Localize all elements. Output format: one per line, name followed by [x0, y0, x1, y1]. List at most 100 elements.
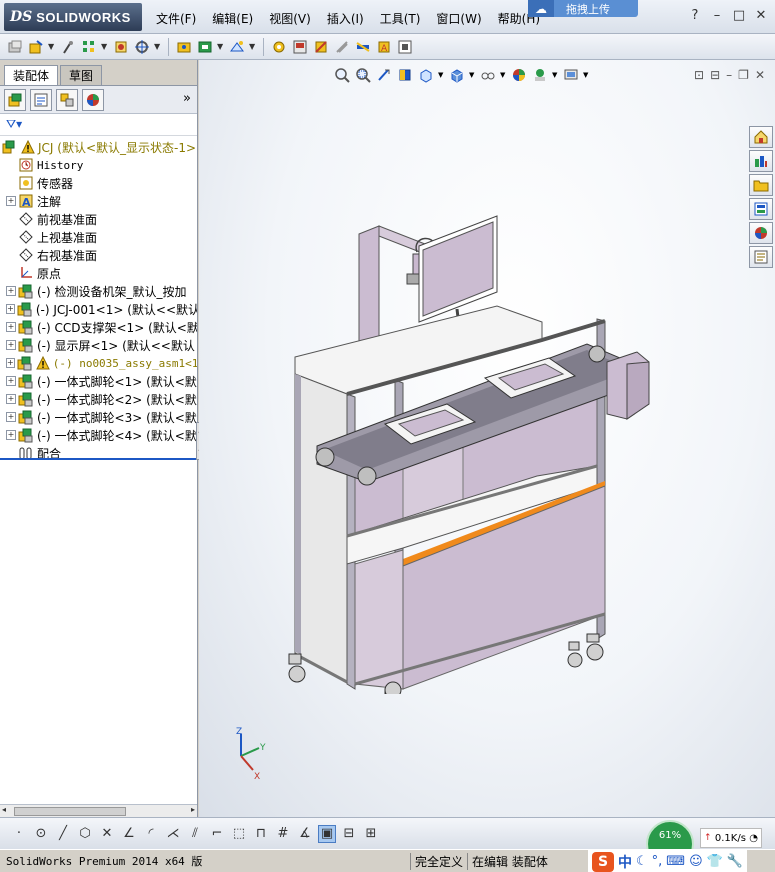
line-icon[interactable]: ╱	[54, 825, 72, 843]
tree-node[interactable]: + (-) JCJ-001<1> (默认<<默认	[0, 300, 197, 318]
circle-icon[interactable]: ⊙	[32, 825, 50, 843]
corner-rectangle-icon[interactable]: ⌐	[208, 825, 226, 843]
help-icon[interactable]: ?	[687, 8, 703, 23]
configuration-manager-tab-icon[interactable]	[56, 88, 78, 111]
sketch-fillet-icon[interactable]: ◜	[142, 825, 160, 843]
chevron-down-icon[interactable]: ▼	[583, 71, 590, 79]
expand-icon[interactable]: +	[6, 340, 16, 350]
solidworks-logo[interactable]: DS SOLIDWORKS	[4, 3, 142, 31]
smart-dimension-icon[interactable]: ⊓	[252, 825, 270, 843]
menu-file[interactable]: 文件(F)	[148, 8, 204, 29]
ime-mode[interactable]: 中	[618, 852, 632, 872]
expand-icon[interactable]: +	[6, 430, 16, 440]
wrench-icon[interactable]: 🔧	[727, 854, 743, 869]
point-icon[interactable]: ·	[10, 825, 28, 843]
viewport-close-icon[interactable]: ✕	[755, 68, 765, 82]
tile-grid-icon[interactable]: ⊞	[362, 825, 380, 843]
sogou-logo[interactable]: S	[592, 851, 614, 872]
chevron-down-icon[interactable]: ▼	[552, 71, 559, 79]
tree-node[interactable]: JCJ (默认<默认_显示状态-1>)	[0, 138, 197, 156]
edit-appearance-icon[interactable]	[510, 66, 528, 84]
keyboard-icon[interactable]: ⌨	[666, 854, 685, 869]
chevron-down-icon[interactable]: ▼	[48, 42, 56, 51]
menu-window[interactable]: 窗口(W)	[428, 8, 489, 29]
move-component-icon[interactable]	[133, 38, 151, 56]
extend-icon[interactable]: ∠	[120, 825, 138, 843]
punctuation-icon[interactable]: °,	[652, 854, 663, 869]
expand-icon[interactable]: +	[6, 286, 16, 296]
tree-node[interactable]: 上视基准面	[0, 228, 197, 246]
expand-icon[interactable]: +	[6, 412, 16, 422]
apply-scene-icon[interactable]	[531, 66, 549, 84]
chevron-down-icon[interactable]: ▼	[469, 71, 476, 79]
expand-icon[interactable]: +	[6, 196, 16, 206]
hole-alignment-icon[interactable]: A	[375, 38, 393, 56]
tree-filter[interactable]: ⛛▾	[0, 114, 197, 136]
viewport-restore-icon[interactable]: ❐	[738, 68, 749, 82]
insert-component-icon[interactable]	[6, 38, 24, 56]
previous-view-icon[interactable]	[375, 66, 393, 84]
interference-detection-icon[interactable]	[333, 38, 351, 56]
expand-icon[interactable]: +	[6, 322, 16, 332]
chevron-down-icon[interactable]: ▼	[249, 42, 257, 51]
display-manager-tab-icon[interactable]	[82, 88, 104, 111]
skin-icon[interactable]: 👕	[707, 854, 723, 869]
chevron-double-right-icon[interactable]: »	[183, 91, 191, 106]
offset-entities-icon[interactable]: ⋌	[164, 825, 182, 843]
shaded-view-icon[interactable]: ▣	[318, 824, 336, 843]
bill-of-materials-icon[interactable]	[270, 38, 288, 56]
graphics-area[interactable]: ▼ ▼ ▼ ▼ ▼ ⊡ ⊟ – ❐ ✕ Z Y X	[199, 60, 775, 817]
polygon-icon[interactable]: ⬡	[76, 825, 94, 843]
tree-node[interactable]: + A 注解	[0, 192, 197, 210]
view-orientation-icon[interactable]	[417, 66, 435, 84]
menu-edit[interactable]: 编辑(E)	[204, 8, 261, 29]
scroll-right-icon[interactable]: ▸	[191, 805, 195, 814]
horizontal-scrollbar[interactable]: ◂ ▸	[0, 804, 197, 817]
tab-assembly[interactable]: 装配体	[4, 65, 59, 85]
tree-node[interactable]: + (-) 一体式脚轮<4> (默认<默	[0, 426, 197, 444]
expand-icon[interactable]: +	[6, 376, 16, 386]
assembly-features-icon[interactable]	[196, 38, 214, 56]
instant3d-icon[interactable]	[396, 38, 414, 56]
chevron-down-icon[interactable]: ▼	[101, 42, 109, 51]
tree-node[interactable]: 原点	[0, 264, 197, 282]
tree-node[interactable]: + (-) no0035_assy_asm1<1>	[0, 354, 197, 372]
chevron-down-icon[interactable]: ▼	[438, 71, 445, 79]
show-hidden-icon[interactable]	[175, 38, 193, 56]
feature-manager-tab-icon[interactable]	[4, 88, 26, 111]
zoom-to-fit-icon[interactable]	[333, 66, 351, 84]
trim-icon[interactable]: ✕	[98, 825, 116, 843]
reference-geometry-icon[interactable]	[228, 38, 246, 56]
clearance-verification-icon[interactable]	[354, 38, 372, 56]
scrollbar-thumb[interactable]	[14, 807, 126, 816]
mate-icon[interactable]	[59, 38, 77, 56]
close-button[interactable]: ✕	[753, 8, 769, 23]
tree-node[interactable]: 前视基准面	[0, 210, 197, 228]
scroll-left-icon[interactable]: ◂	[2, 805, 6, 814]
expand-icon[interactable]: +	[6, 304, 15, 314]
design-library-icon[interactable]	[749, 150, 773, 172]
chevron-down-icon[interactable]: ▼	[154, 42, 162, 51]
smart-fastener-icon[interactable]	[112, 38, 130, 56]
view-palette-icon[interactable]	[749, 198, 773, 220]
linear-pattern-icon[interactable]	[80, 38, 98, 56]
expand-icon[interactable]: +	[6, 394, 16, 404]
solidworks-resources-icon[interactable]	[749, 126, 773, 148]
new-part-icon[interactable]	[27, 38, 45, 56]
grid-icon[interactable]: #	[274, 825, 292, 843]
viewport-split-icon[interactable]: ⊡	[694, 68, 704, 82]
tree-node[interactable]: + (-) 检测设备机架_默认_按加	[0, 282, 197, 300]
tile-horizontal-icon[interactable]: ⊟	[340, 825, 358, 843]
moon-icon[interactable]: ☾	[636, 854, 648, 869]
tree-node[interactable]: + (-) 一体式脚轮<3> (默认<默	[0, 408, 197, 426]
hide-show-items-icon[interactable]	[479, 66, 497, 84]
display-style-icon[interactable]	[448, 66, 466, 84]
section-view-icon[interactable]	[396, 66, 414, 84]
chevron-down-icon[interactable]: ▼	[500, 71, 507, 79]
tree-node[interactable]: + (-) 一体式脚轮<2> (默认<默	[0, 390, 197, 408]
tree-node[interactable]: + (-) CCD支撑架<1> (默认<默	[0, 318, 197, 336]
zoom-to-area-icon[interactable]	[354, 66, 372, 84]
ime-toolbar[interactable]: S 中 ☾ °, ⌨ ☺ 👕 🔧	[588, 850, 747, 872]
chevron-down-icon[interactable]: ▼	[217, 42, 225, 51]
drag-upload-widget[interactable]: ☁ 拖拽上传	[528, 0, 638, 17]
